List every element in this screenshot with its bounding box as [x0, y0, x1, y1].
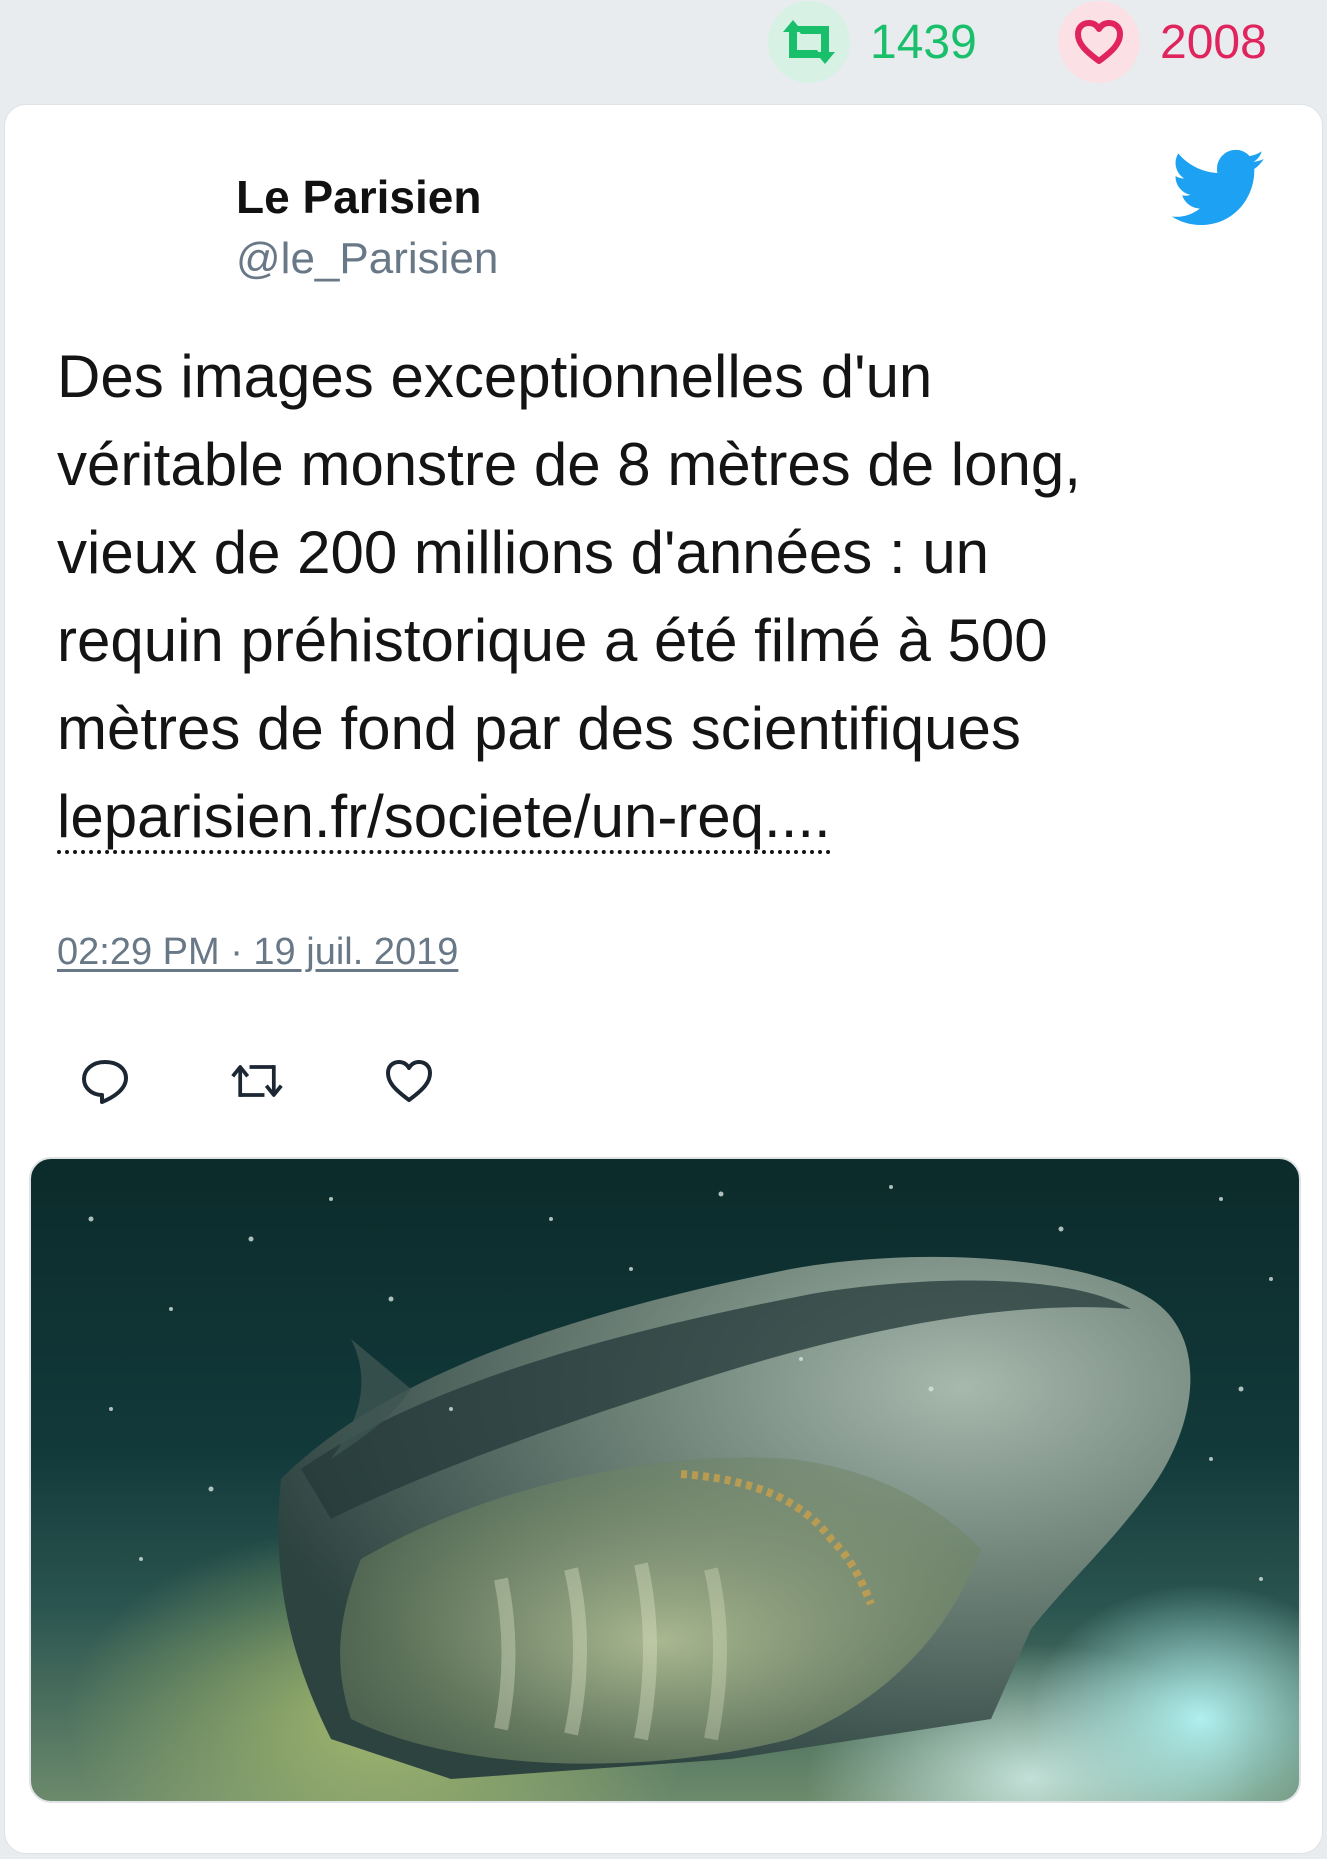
- tweet-body: Des images exceptionnelles d'un véritabl…: [57, 343, 1081, 762]
- retweet-button[interactable]: [229, 1053, 285, 1109]
- author-block[interactable]: Le Parisien @le_Parisien: [236, 165, 498, 289]
- reply-icon: [82, 1060, 128, 1104]
- like-count: 2008: [1160, 15, 1267, 69]
- heart-icon: [386, 1060, 432, 1102]
- engagement-stats: 1439 2008: [0, 0, 1327, 100]
- author-handle[interactable]: @le_Parisien: [236, 229, 498, 289]
- like-button[interactable]: [381, 1053, 437, 1109]
- retweet-icon: [231, 1065, 283, 1097]
- tweet-timestamp[interactable]: 02:29 PM · 19 juil. 2019: [57, 931, 458, 974]
- retweet-count: 1439: [870, 15, 977, 69]
- tweet-card: Le Parisien @le_Parisien Des images exce…: [4, 104, 1323, 1854]
- twitter-bird-icon: [1172, 149, 1265, 226]
- heart-icon: [1075, 20, 1123, 64]
- tweet-text: Des images exceptionnelles d'un véritabl…: [57, 333, 1277, 861]
- tweet-link[interactable]: leparisien.fr/societe/un-req....: [57, 783, 831, 854]
- like-stat-icon-circle: [1058, 1, 1140, 83]
- reply-button[interactable]: [77, 1053, 133, 1109]
- like-stat[interactable]: 2008: [1058, 0, 1267, 84]
- author-name[interactable]: Le Parisien: [236, 165, 498, 229]
- shark-illustration: [88, 1185, 1273, 1779]
- tweet-media-photo[interactable]: [29, 1157, 1301, 1803]
- tweet-actions: [77, 1053, 533, 1109]
- retweet-icon: [783, 20, 835, 64]
- retweet-stat[interactable]: 1439: [768, 0, 977, 84]
- retweet-stat-icon-circle: [768, 1, 850, 83]
